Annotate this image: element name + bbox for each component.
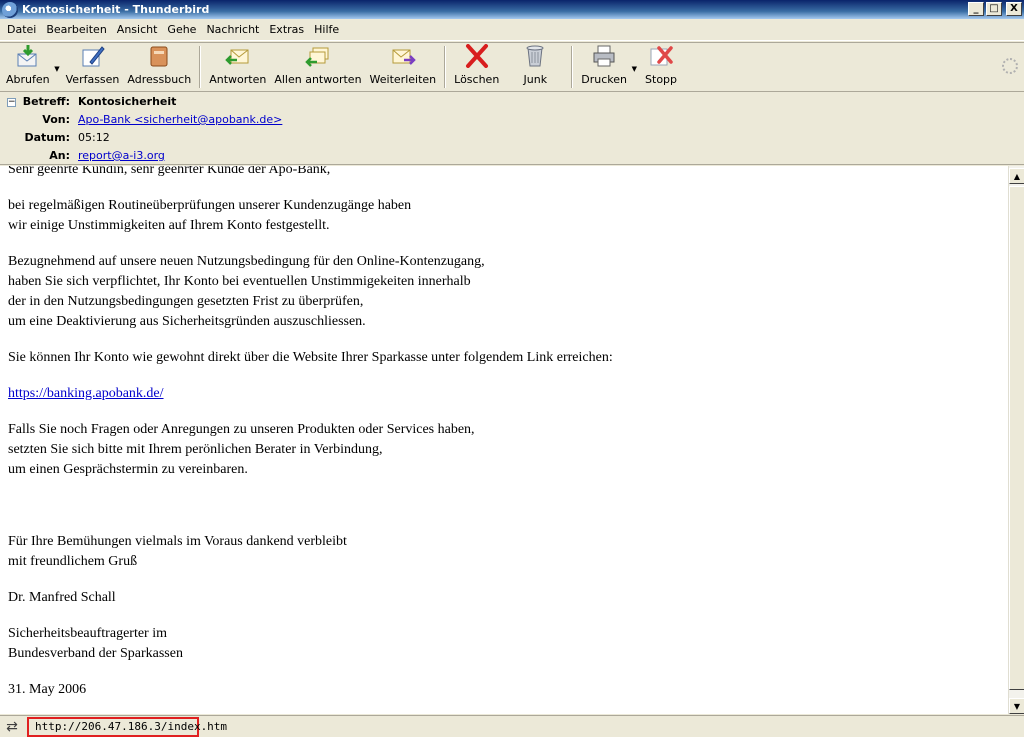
menu-gehe[interactable]: Gehe <box>162 23 201 36</box>
compose-button[interactable]: Verfassen <box>62 43 124 91</box>
delete-label: Löschen <box>454 73 500 86</box>
paragraph-5-line: mit freundlichem Gruß <box>8 554 138 569</box>
menu-hilfe[interactable]: Hilfe <box>309 23 344 36</box>
compose-label: Verfassen <box>65 73 120 86</box>
paragraph-4-line: um einen Gesprächstermin zu vereinbaren. <box>8 462 248 477</box>
toolbar-separator <box>199 46 202 88</box>
header-from-row: Von: Apo-Bank <sicherheit@apobank.de> <box>0 111 282 128</box>
scroll-down-arrow-icon[interactable]: ▼ <box>1009 698 1024 714</box>
paragraph-4-line: Falls Sie noch Fragen oder Anregungen zu… <box>8 422 475 437</box>
message-header-pane: − Betreff: Kontosicherheit Von: Apo-Bank… <box>0 93 1024 165</box>
reply-all-icon <box>304 43 332 69</box>
paragraph-2: Bezugnehmend auf unsere neuen Nutzungsbe… <box>8 252 613 332</box>
paragraph-4: Falls Sie noch Fragen oder Anregungen zu… <box>8 420 613 480</box>
status-bar: ⇄ http://206.47.186.3/index.htm <box>0 715 1024 737</box>
junk-label: Junk <box>523 73 548 86</box>
paragraph-2-line: um eine Deaktivierung aus Sicherheitsgrü… <box>8 314 366 329</box>
paragraph-2-line: der in den Nutzungsbedingungen gesetzten… <box>8 294 364 309</box>
subject-value: Kontosicherheit <box>78 95 177 108</box>
get-mail-icon <box>14 43 42 69</box>
message-date: 31. May 2006 <box>8 682 87 697</box>
menu-bearbeiten[interactable]: Bearbeiten <box>41 23 111 36</box>
blank-gap <box>8 496 613 532</box>
reply-icon <box>224 43 252 69</box>
toolbar-separator <box>444 46 447 88</box>
menu-nachricht[interactable]: Nachricht <box>201 23 264 36</box>
get-mail-label: Abrufen <box>6 73 50 86</box>
to-value[interactable]: report@a-i3.org <box>78 149 165 162</box>
header-subject-row: Betreff: Kontosicherheit <box>0 93 177 110</box>
paragraph-1-line: wir einige Unstimmigkeiten auf Ihrem Kon… <box>8 218 330 233</box>
main-toolbar: Abrufen ▼ Verfassen Adressbuch Antworten… <box>0 42 1024 92</box>
junk-button[interactable]: Junk <box>517 43 553 91</box>
stop-button[interactable]: Stopp <box>641 43 681 91</box>
get-mail-dropdown-icon[interactable]: ▼ <box>54 65 59 73</box>
connection-status-icon: ⇄ <box>6 718 18 735</box>
from-label: Von: <box>42 113 70 126</box>
paragraph-6-line: Bundesverband der Sparkassen <box>8 646 183 661</box>
message-body: Sehr geehrte Kundin, sehr geehrter Kunde… <box>0 166 1008 714</box>
paragraph-6: Sicherheitsbeauftragerter im Bundesverba… <box>8 624 613 664</box>
get-mail-button[interactable]: Abrufen ▼ <box>2 43 60 91</box>
address-book-icon <box>145 43 173 69</box>
menu-ansicht[interactable]: Ansicht <box>112 23 163 36</box>
title-bar: Kontosicherheit - Thunderbird _ □ X <box>0 0 1024 19</box>
reply-all-button[interactable]: Allen antworten <box>270 43 365 91</box>
scroll-up-arrow-icon[interactable]: ▲ <box>1009 168 1024 184</box>
menu-datei[interactable]: Datei <box>2 23 41 36</box>
print-icon <box>590 43 618 69</box>
header-to-row: An: report@a-i3.org <box>0 147 165 164</box>
signature-name: Dr. Manfred Schall <box>8 590 116 605</box>
maximize-button[interactable]: □ <box>986 2 1002 16</box>
print-label: Drucken <box>581 73 628 86</box>
delete-button[interactable]: Löschen <box>450 43 503 91</box>
date-label: Datum: <box>24 131 70 144</box>
reply-label: Antworten <box>209 73 267 86</box>
greeting: Sehr geehrte Kundin, sehr geehrter Kunde… <box>8 166 331 177</box>
stop-icon <box>647 43 675 69</box>
paragraph-6-line: Sicherheitsbeauftragerter im <box>8 626 167 641</box>
close-button[interactable]: X <box>1006 2 1022 16</box>
paragraph-5: Für Ihre Bemühungen vielmals im Voraus d… <box>8 532 613 572</box>
junk-icon <box>521 43 549 69</box>
reply-button[interactable]: Antworten <box>205 43 270 91</box>
window-title: Kontosicherheit - Thunderbird <box>22 3 210 16</box>
forward-label: Weiterleiten <box>369 73 437 86</box>
stop-label: Stopp <box>645 73 678 86</box>
paragraph-1-line: bei regelmäßigen Routineüberprüfungen un… <box>8 198 412 213</box>
paragraph-4-line: setzten Sie sich bitte mit Ihrem perönli… <box>8 442 383 457</box>
link-paragraph: https://banking.apobank.de/ <box>8 384 613 404</box>
address-book-button[interactable]: Adressbuch <box>123 43 195 91</box>
vertical-scrollbar[interactable]: ▲ ▼ <box>1008 166 1024 714</box>
activity-throbber-icon <box>1002 58 1018 74</box>
to-label: An: <box>49 149 70 162</box>
message-text: Sehr geehrte Kundin, sehr geehrter Kunde… <box>8 166 613 714</box>
print-dropdown-icon[interactable]: ▼ <box>632 65 637 73</box>
paragraph-2-line: Bezugnehmend auf unsere neuen Nutzungsbe… <box>8 254 485 269</box>
paragraph-1: bei regelmäßigen Routineüberprüfungen un… <box>8 196 613 236</box>
forward-icon <box>389 43 417 69</box>
header-date-row: Datum: 05:12 <box>0 129 110 146</box>
scroll-thumb[interactable] <box>1009 186 1024 690</box>
thunderbird-icon <box>2 1 18 18</box>
menu-extras[interactable]: Extras <box>264 23 309 36</box>
compose-icon <box>79 43 107 69</box>
paragraph-2-line: haben Sie sich verpflichtet, Ihr Konto b… <box>8 274 471 289</box>
date-value: 05:12 <box>78 131 110 144</box>
status-url: http://206.47.186.3/index.htm <box>27 716 227 737</box>
menu-bar: Datei Bearbeiten Ansicht Gehe Nachricht … <box>0 19 1024 41</box>
toolbar-separator <box>571 46 574 88</box>
address-book-label: Adressbuch <box>127 73 192 86</box>
reply-all-label: Allen antworten <box>274 73 362 86</box>
from-value[interactable]: Apo-Bank <sicherheit@apobank.de> <box>78 113 282 126</box>
delete-icon <box>463 43 491 69</box>
paragraph-3: Sie können Ihr Konto wie gewohnt direkt … <box>8 350 613 365</box>
minimize-button[interactable]: _ <box>968 2 984 16</box>
paragraph-5-line: Für Ihre Bemühungen vielmals im Voraus d… <box>8 534 347 549</box>
subject-label: Betreff: <box>22 95 70 108</box>
window-controls: _ □ X <box>968 2 1022 16</box>
print-button[interactable]: Drucken ▼ <box>577 43 637 91</box>
forward-button[interactable]: Weiterleiten <box>366 43 441 91</box>
phishing-link[interactable]: https://banking.apobank.de/ <box>8 386 164 401</box>
